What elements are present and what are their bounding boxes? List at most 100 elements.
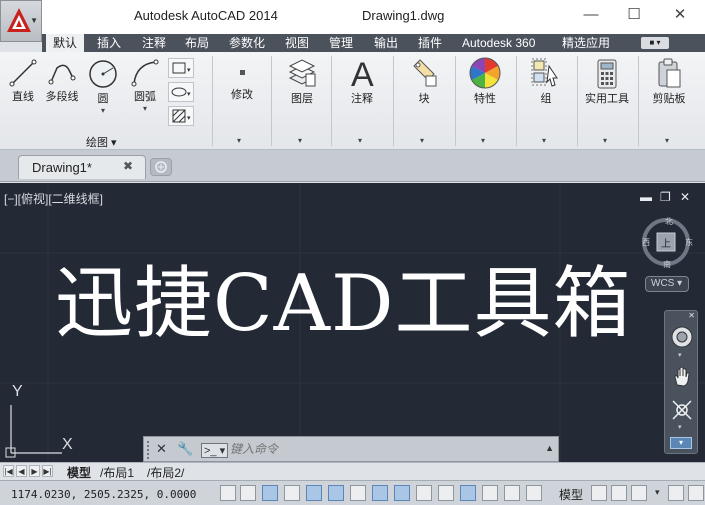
close-icon[interactable]: ✖ xyxy=(123,159,133,173)
dynamic-input-icon[interactable] xyxy=(416,485,432,501)
viewcube-west[interactable]: 西 xyxy=(642,237,650,248)
tab-view[interactable]: 视图 xyxy=(278,34,316,52)
viewport-close-icon[interactable]: ✕ xyxy=(680,190,690,204)
annotation-scale-icon[interactable] xyxy=(631,485,647,501)
polar-tracking-icon[interactable] xyxy=(306,485,322,501)
clipboard-panel[interactable]: 剪贴板 xyxy=(644,58,694,106)
chevron-down-icon[interactable]: ▾ xyxy=(420,136,424,145)
tab-output[interactable]: 输出 xyxy=(367,34,405,52)
tab-insert[interactable]: 插入 xyxy=(90,34,128,52)
close-icon[interactable]: ✕ xyxy=(688,311,695,320)
ribbon-minimize-toggle[interactable]: ■ ▾ xyxy=(641,37,669,49)
annotation-panel[interactable]: A 注释 xyxy=(340,56,384,106)
first-layout-icon[interactable]: |◀ xyxy=(3,465,14,477)
command-input[interactable] xyxy=(230,440,530,458)
quick-view-drawings-icon[interactable] xyxy=(611,485,627,501)
last-layout-icon[interactable]: ▶| xyxy=(42,465,53,477)
circle-tool[interactable]: 圆 ▾ xyxy=(86,58,120,115)
close-icon[interactable]: ✕ xyxy=(156,441,167,457)
chevron-down-icon[interactable]: ▾ xyxy=(358,136,362,145)
polyline-tool[interactable]: 多段线 xyxy=(42,58,82,104)
properties-panel[interactable]: 特性 xyxy=(463,56,507,106)
snap-mode-icon[interactable] xyxy=(240,485,256,501)
tab-layout2[interactable]: /布局2/ xyxy=(147,464,184,481)
viewport-controls-label[interactable]: [−][俯视][二维线框] xyxy=(4,190,103,207)
object-snap-icon[interactable] xyxy=(328,485,344,501)
wrench-icon[interactable]: 🔧 xyxy=(177,441,193,457)
viewcube-east[interactable]: 东 xyxy=(685,237,693,248)
tab-manage[interactable]: 管理 xyxy=(322,34,360,52)
pan-hand-icon[interactable] xyxy=(670,365,694,389)
document-tab[interactable]: Drawing1* ✖ xyxy=(18,155,146,179)
chevron-down-icon[interactable]: ▾ xyxy=(298,136,302,145)
tab-featured-apps[interactable]: 精选应用 xyxy=(555,34,617,52)
clean-screen-icon[interactable] xyxy=(668,485,684,501)
lineweight-icon[interactable] xyxy=(438,485,454,501)
tab-default[interactable]: 默认 xyxy=(46,34,85,52)
model-space-toggle[interactable]: 模型 xyxy=(559,486,583,503)
viewcube-south[interactable]: 南 xyxy=(663,259,671,270)
next-layout-icon[interactable]: ▶ xyxy=(29,465,40,477)
hatch-ellipse-tool[interactable]: ▾ xyxy=(168,82,194,102)
status-menu-icon[interactable] xyxy=(688,485,704,501)
zoom-extents-icon[interactable] xyxy=(670,398,694,422)
chevron-down-icon[interactable]: ▾ xyxy=(128,104,162,113)
chevron-down-icon[interactable]: ▾ xyxy=(655,487,660,498)
utilities-panel[interactable]: 实用工具 xyxy=(580,58,634,106)
chevron-up-icon[interactable]: ▲ xyxy=(545,443,554,453)
draw-panel-title[interactable]: 绘图 ▾ xyxy=(86,134,117,150)
chevron-down-icon[interactable]: ▾ xyxy=(678,351,682,359)
group-panel[interactable]: 组 xyxy=(524,58,568,106)
tab-layout[interactable]: 布局 xyxy=(178,34,216,52)
command-prompt-icon[interactable]: >_ ▾ xyxy=(201,443,229,458)
3d-object-snap-icon[interactable] xyxy=(350,485,366,501)
svg-text:A: A xyxy=(351,56,374,90)
quick-view-layouts-icon[interactable] xyxy=(591,485,607,501)
viewport-restore-icon[interactable]: ❐ xyxy=(660,190,671,204)
tab-parametric[interactable]: 参数化 xyxy=(222,34,272,52)
hatch-tool[interactable]: ▾ xyxy=(168,106,194,126)
command-line-grip[interactable] xyxy=(147,441,151,459)
rectangle-tool[interactable]: ▾ xyxy=(168,58,194,78)
drawing-canvas[interactable]: [−][俯视][二维线框] ▬ ❐ ✕ 迅捷CAD工具箱 北 南 西 东 上 W… xyxy=(0,183,705,462)
wcs-menu[interactable]: WCS ▾ xyxy=(645,276,689,292)
prev-layout-icon[interactable]: ◀ xyxy=(16,465,27,477)
viewcube-north[interactable]: 北 xyxy=(665,216,673,227)
quick-properties-icon[interactable] xyxy=(482,485,498,501)
tab-annotate[interactable]: 注释 xyxy=(135,34,173,52)
selection-cycling-icon[interactable] xyxy=(504,485,520,501)
navbar-options-button[interactable]: ▾ xyxy=(670,437,692,449)
steering-wheel-icon[interactable] xyxy=(670,325,694,349)
object-snap-tracking-icon[interactable] xyxy=(372,485,388,501)
layers-panel[interactable]: 图层 xyxy=(280,58,324,106)
coordinate-readout[interactable]: 1174.0230, 2505.2325, 0.0000 xyxy=(11,488,196,501)
viewport-minimize-icon[interactable]: ▬ xyxy=(640,190,652,204)
arc-tool[interactable]: 圆弧 ▾ xyxy=(128,58,162,113)
chevron-down-icon[interactable]: ▾ xyxy=(86,106,120,115)
grid-display-icon[interactable] xyxy=(262,485,278,501)
annotation-monitor-icon[interactable] xyxy=(526,485,542,501)
application-menu-button[interactable]: ▼ xyxy=(0,0,42,42)
transparency-icon[interactable] xyxy=(460,485,476,501)
ortho-mode-icon[interactable] xyxy=(284,485,300,501)
tab-plugins[interactable]: 插件 xyxy=(411,34,449,52)
minimize-button[interactable]: — xyxy=(577,4,605,26)
chevron-down-icon[interactable]: ▾ xyxy=(481,136,485,145)
tab-model[interactable]: 模型 xyxy=(67,464,91,481)
chevron-down-icon[interactable]: ▾ xyxy=(542,136,546,145)
line-tool[interactable]: 直线 xyxy=(6,58,40,104)
chevron-down-icon[interactable]: ▾ xyxy=(237,136,241,145)
new-drawing-tab-button[interactable] xyxy=(150,158,172,176)
infer-constraints-icon[interactable] xyxy=(220,485,236,501)
tab-autodesk-360[interactable]: Autodesk 360 xyxy=(455,34,542,52)
block-panel[interactable]: 块 xyxy=(402,58,446,106)
viewcube-top-face[interactable]: 上 xyxy=(661,235,671,250)
chevron-down-icon[interactable]: ▾ xyxy=(603,136,607,145)
dynamic-ucs-icon[interactable] xyxy=(394,485,410,501)
modify-panel[interactable]: 修改 xyxy=(220,62,264,102)
tab-layout1[interactable]: /布局1 xyxy=(100,464,134,481)
chevron-down-icon[interactable]: ▾ xyxy=(665,136,669,145)
chevron-down-icon[interactable]: ▾ xyxy=(678,423,682,431)
maximize-button[interactable]: ☐ xyxy=(620,4,648,26)
close-button[interactable]: ✕ xyxy=(666,4,694,26)
